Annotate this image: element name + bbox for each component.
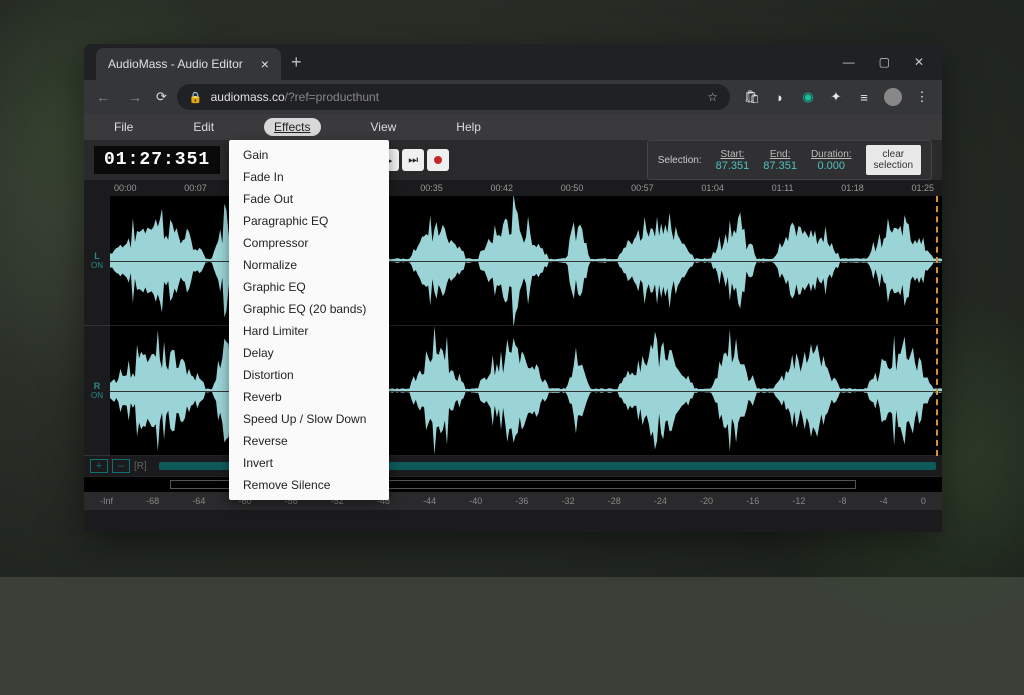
timeline-mark: 01:11: [772, 183, 794, 193]
db-mark: -24: [654, 496, 667, 506]
selection-label: Selection:: [658, 155, 702, 166]
menu-file[interactable]: File: [104, 118, 143, 136]
effects-item-reverse[interactable]: Reverse: [229, 430, 389, 452]
refresh-icon[interactable]: ⟳: [156, 89, 167, 105]
star-icon[interactable]: ☆: [707, 90, 718, 104]
controls-bar: 01:27:351 0 0 ⇄ S ↺ ⏮ ◀◀ ▶▶ ▶ ⏭ Selectio…: [84, 140, 942, 180]
db-mark: -Inf: [100, 496, 113, 506]
duration-label: Duration:: [811, 149, 852, 160]
browser-toolbar: ← → ⟳ 🔒 audiomass.co/?ref=producthunt ☆ …: [84, 80, 942, 114]
db-mark: -28: [608, 496, 621, 506]
effects-item-graphic-eq-20-bands-[interactable]: Graphic EQ (20 bands): [229, 298, 389, 320]
tracks: L ON R ON: [84, 196, 942, 456]
ext-menu-icon[interactable]: ≡: [856, 89, 872, 105]
app-menubar: File Edit Effects View Help: [84, 114, 942, 140]
db-mark: -68: [146, 496, 159, 506]
menu-edit[interactable]: Edit: [183, 118, 224, 136]
titlebar: AudioMass - Audio Editor × + — ▢ ✕: [84, 44, 942, 80]
browser-window: AudioMass - Audio Editor × + — ▢ ✕ ← → ⟳…: [84, 44, 942, 532]
duration-value: 0.000: [817, 160, 845, 172]
back-icon[interactable]: ←: [92, 85, 114, 109]
db-mark: -32: [562, 496, 575, 506]
effects-item-distortion[interactable]: Distortion: [229, 364, 389, 386]
end-label: End:: [770, 149, 791, 160]
timeline-mark: 00:07: [184, 183, 207, 193]
end-value: 87.351: [763, 160, 797, 172]
bottom-strip: + – [R]: [84, 456, 942, 476]
effects-item-hard-limiter[interactable]: Hard Limiter: [229, 320, 389, 342]
browser-tab[interactable]: AudioMass - Audio Editor ×: [96, 48, 281, 80]
timecode: 01:27:351: [94, 146, 220, 174]
lock-icon: 🔒: [189, 91, 203, 104]
playhead[interactable]: [936, 196, 938, 456]
db-mark: -64: [192, 496, 205, 506]
effects-item-reverb[interactable]: Reverb: [229, 386, 389, 408]
extensions-icon[interactable]: ✦: [828, 89, 844, 105]
effects-dropdown: GainFade InFade OutParagraphic EQCompres…: [229, 140, 389, 500]
effects-item-speed-up-slow-down[interactable]: Speed Up / Slow Down: [229, 408, 389, 430]
effects-item-fade-out[interactable]: Fade Out: [229, 188, 389, 210]
timeline-mark: 00:57: [631, 183, 654, 193]
db-mark: -4: [880, 496, 888, 506]
timeline-mark: 00:50: [561, 183, 584, 193]
tab-title: AudioMass - Audio Editor: [108, 57, 243, 71]
right-channel-label[interactable]: R ON: [84, 326, 110, 456]
skip-forward-button[interactable]: ⏭: [402, 149, 424, 171]
menu-help[interactable]: Help: [446, 118, 491, 136]
effects-item-invert[interactable]: Invert: [229, 452, 389, 474]
forward-icon[interactable]: →: [124, 85, 146, 109]
menu-view[interactable]: View: [361, 118, 407, 136]
maximize-icon[interactable]: ▢: [879, 55, 890, 69]
zoom-out-button[interactable]: –: [112, 459, 130, 473]
menu-effects[interactable]: Effects: [264, 118, 320, 136]
effects-item-fade-in[interactable]: Fade In: [229, 166, 389, 188]
new-tab-button[interactable]: +: [291, 52, 302, 73]
db-mark: -40: [469, 496, 482, 506]
url-path: /?ref=producthunt: [285, 90, 379, 104]
timeline-mark: 01:04: [701, 183, 724, 193]
timeline-ruler[interactable]: 00:0000:0700:2800:3500:4200:5000:5701:04…: [84, 180, 942, 196]
url-bar[interactable]: 🔒 audiomass.co/?ref=producthunt ☆: [177, 84, 730, 110]
avatar[interactable]: [884, 88, 902, 106]
extension-icons: 🛍 ◗ ◉ ✦ ≡ ⋮: [740, 88, 934, 106]
db-mark: -12: [792, 496, 805, 506]
scrubber[interactable]: [84, 476, 942, 492]
timeline-mark: 01:18: [841, 183, 864, 193]
url-host: audiomass.co: [211, 90, 285, 104]
start-value: 87.351: [716, 160, 750, 172]
db-mark: -36: [515, 496, 528, 506]
db-mark: -44: [423, 496, 436, 506]
db-mark: -8: [839, 496, 847, 506]
effects-item-graphic-eq[interactable]: Graphic EQ: [229, 276, 389, 298]
effects-item-remove-silence[interactable]: Remove Silence: [229, 474, 389, 496]
effects-item-normalize[interactable]: Normalize: [229, 254, 389, 276]
db-mark: -16: [746, 496, 759, 506]
ext-cart-icon[interactable]: 🛍: [744, 89, 760, 105]
effects-item-paragraphic-eq[interactable]: Paragraphic EQ: [229, 210, 389, 232]
effects-item-compressor[interactable]: Compressor: [229, 232, 389, 254]
start-label: Start:: [721, 149, 745, 160]
timeline-mark: 00:00: [114, 183, 137, 193]
timeline-mark: 01:25: [911, 183, 934, 193]
left-channel-label[interactable]: L ON: [84, 196, 110, 326]
close-tab-icon[interactable]: ×: [261, 56, 269, 72]
chrome-menu-icon[interactable]: ⋮: [914, 89, 930, 105]
minimize-icon[interactable]: —: [843, 55, 855, 69]
timeline-mark: 00:42: [491, 183, 514, 193]
db-mark: 0: [921, 496, 926, 506]
close-window-icon[interactable]: ✕: [914, 55, 924, 69]
r-indicator: [R]: [134, 461, 147, 472]
db-mark: -20: [700, 496, 713, 506]
effects-item-delay[interactable]: Delay: [229, 342, 389, 364]
clear-selection-button[interactable]: clear selection: [866, 145, 921, 175]
timeline-mark: 00:35: [420, 183, 443, 193]
selection-panel: Selection: Start: 87.351 End: 87.351 Dur…: [647, 140, 932, 180]
zoom-in-button[interactable]: +: [90, 459, 108, 473]
effects-item-gain[interactable]: Gain: [229, 144, 389, 166]
ext-tag-icon[interactable]: ◗: [772, 89, 788, 105]
record-button[interactable]: [427, 149, 449, 171]
ext-grammarly-icon[interactable]: ◉: [800, 89, 816, 105]
db-scale: -Inf-68-64-60-56-52-48-44-40-36-32-28-24…: [84, 492, 942, 510]
